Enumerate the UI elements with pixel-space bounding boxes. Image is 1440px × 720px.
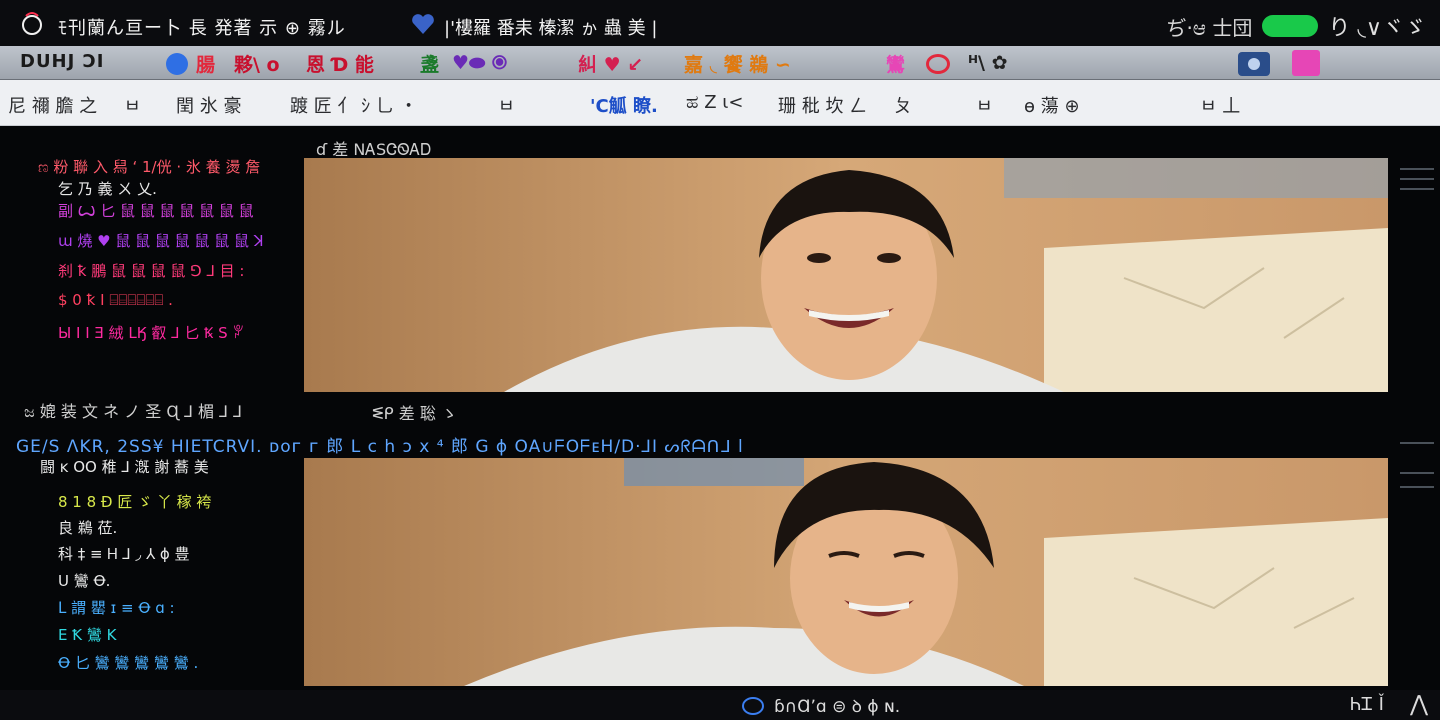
menu-item-6[interactable]: 'C觚 瞭.	[590, 92, 658, 118]
toolbar-item-4[interactable]: 盞	[420, 50, 439, 76]
side-line-5[interactable]: 刹 ꝁ 鵬 鼠 鼠 鼠 鼠 ⅁ ⅃ 目 :	[58, 260, 244, 281]
side-line-14[interactable]: Ꝋ 匕 鸞 鸞 鸞 鸞 鸞 .	[58, 652, 198, 673]
status-center: ɓ∩Ɑʼɑ ⊜ ꝺ ɸ ɴ.	[742, 694, 900, 717]
side-line-8[interactable]: 8 1 8 Ɖ 匠 ゞ 丫 稼 袴	[58, 491, 211, 512]
scroll-track[interactable]	[1392, 126, 1440, 690]
side-section3-heading: 闘 ĸ OO 稚 ⅃ 漑 謝 蕎 美	[40, 458, 209, 476]
menu-item-1[interactable]: 尼 禰 膽 之	[8, 92, 97, 118]
track-marker-4	[1400, 442, 1434, 444]
side-line-4[interactable]: ɯ 燒 ♥ 鼠 鼠 鼠 鼠 鼠 鼠 鼠 ꓘ	[58, 230, 264, 251]
status-center-text: ɓ∩Ɑʼɑ ⊜ ꝺ ɸ ɴ.	[774, 697, 901, 717]
side-line-2: 乞 乃 義 ㄨ 乂.	[58, 180, 157, 198]
video-label-1: ɗ 差 NᎪSᏣᏫᎪᎠ	[316, 140, 432, 159]
menu-item-10[interactable]: ㅂ	[976, 92, 993, 118]
toolbar-item-3[interactable]: 恩 Ɗ 能	[306, 50, 374, 76]
toolbar-item-8[interactable]: 鸞	[886, 50, 905, 76]
window-subtitle: |'樓羅 番耒 榛潔 ゕ 蟲 美 |	[444, 18, 658, 39]
side-line-12[interactable]: ᒪ 謂 罌 ɪ ≡ Ꝋ ɑ :	[58, 597, 175, 618]
toolbar-item-2[interactable]: 夥\ o	[234, 50, 280, 76]
toolbar-item-7[interactable]: 嘉 ◟ 饗 鵜 ∽	[684, 50, 791, 76]
side-line-6[interactable]: $ 0 ꝁ Ⅰ ⌸⌸⌸⌸⌸⌸ .	[58, 291, 173, 309]
window-control-buttons[interactable]: り ◟∨ヾゞ	[1328, 10, 1426, 42]
toolbar-item-5[interactable]: ♥⬬ ⦿	[452, 50, 507, 76]
menu-item-5[interactable]: ㅂ	[498, 92, 515, 118]
window-controls: ぢ·ಆ 士団 り ◟∨ヾゞ	[1166, 10, 1426, 42]
toolbar-first-item[interactable]: DUHJ ƆI	[20, 51, 105, 72]
side-section-heading: ಜ 媲 装 文 ネ ノ 圣 Ɋ ⅃ 楣 ⅃ ⅃	[24, 402, 242, 421]
track-marker-2	[1400, 178, 1434, 180]
camera-icon[interactable]	[1238, 52, 1270, 76]
side-line-10[interactable]: 科 ‡ ≡ Ꮋ ⅃ ◞ ⅄ ϕ 豊	[58, 543, 190, 564]
side-line-1: ಣ 粉 聯 入 舄 ‘ 1/侊 · 氷 養 燙 詹	[38, 158, 261, 176]
status-bar: ɓ∩Ɑʼɑ ⊜ ꝺ ɸ ɴ. ᏂᏆ Ǐ ⋀	[0, 690, 1440, 720]
video-frame-1-image	[304, 158, 1388, 392]
menu-item-9[interactable]: ㄆ	[894, 92, 912, 118]
side-line-3[interactable]: 副 Ꙍ 匕 鼠 鼠 鼠 鼠 鼠 鼠 鼠	[58, 200, 254, 221]
menu-item-12[interactable]: ㅂ 丄	[1200, 92, 1240, 118]
menu-item-3[interactable]: 閏 氷 豪	[176, 92, 241, 118]
side-line-7[interactable]: Ы I I Ǝ 絨 LӃ 叡 ⅃ 匕 Ꝅ Ѕ ꐕ	[58, 322, 244, 343]
menu-item-7[interactable]: ಹ Z ι<	[686, 92, 743, 113]
menu-item-2[interactable]: ㅂ	[124, 92, 141, 118]
track-marker-5	[1400, 472, 1434, 474]
status-right-text: ᏂᏆ Ǐ	[1350, 694, 1384, 715]
video-frame-2-image	[304, 458, 1388, 686]
toolbar-item-1[interactable]: 腸	[196, 50, 215, 76]
side-line-11[interactable]: U 鸞 Ꝋ.	[58, 570, 110, 591]
side-line-9[interactable]: 良 鵜 莅.	[58, 517, 117, 538]
app-logo-icon	[22, 12, 42, 35]
menu-item-11[interactable]: ɵ 蕩 ⊕	[1024, 92, 1080, 118]
record-dot-icon[interactable]	[166, 53, 188, 75]
video-label-2: ᓬᑭ 差 聡 ゝ	[372, 404, 457, 423]
window-title: ﾓ刊蘭ん亘ー卜 長 発著 示 ⊕ 霧ル	[58, 18, 346, 39]
circle-tool-icon[interactable]	[926, 54, 950, 74]
menu-item-8[interactable]: 珊 秕 坎 ㄥ	[778, 92, 867, 118]
menu-bar: 尼 禰 膽 之 ㅂ 閏 氷 豪 踱 匠 亻 ｼ 乚 ・ ㅂ 'C觚 瞭. ಹ Z…	[0, 80, 1440, 126]
track-marker-3	[1400, 188, 1434, 190]
video-frame-1[interactable]	[304, 158, 1388, 392]
info-status-line: GE/S ΛKR, 2SS¥ HIETCRVI. ᴅᴏᴦ ᴦ 郎 L ᴄ h ɔ…	[16, 437, 744, 457]
menu-item-4[interactable]: 踱 匠 亻 ｼ 乚 ・	[290, 92, 418, 118]
toolbar-item-6[interactable]: 糾 ♥ ↙	[578, 50, 643, 76]
title-bar: ﾓ刊蘭ん亘ー卜 長 発著 示 ⊕ 霧ル |'樓羅 番耒 榛潔 ゕ 蟲 美 | ぢ…	[0, 0, 1440, 46]
track-marker-1	[1400, 168, 1434, 170]
title-right-label: ぢ·ಆ 士団	[1166, 15, 1253, 40]
toolbar-item-9[interactable]: ᴴ\ ✿	[968, 50, 1007, 76]
caret-up-icon[interactable]: ⋀	[1410, 692, 1428, 717]
toolbar: DUHJ ƆI 腸 夥\ o 恩 Ɗ 能 盞 ♥⬬ ⦿ 糾 ♥ ↙ 嘉 ◟ 饗 …	[0, 46, 1440, 80]
track-marker-6	[1400, 486, 1434, 488]
globe-icon[interactable]	[742, 696, 764, 715]
heart-icon	[412, 14, 434, 34]
pink-swatch-icon[interactable]	[1292, 50, 1320, 76]
video-frame-2[interactable]	[304, 458, 1388, 686]
status-toggle[interactable]	[1262, 15, 1319, 37]
side-line-13[interactable]: E Ꝁ 鸞 K	[58, 624, 116, 645]
